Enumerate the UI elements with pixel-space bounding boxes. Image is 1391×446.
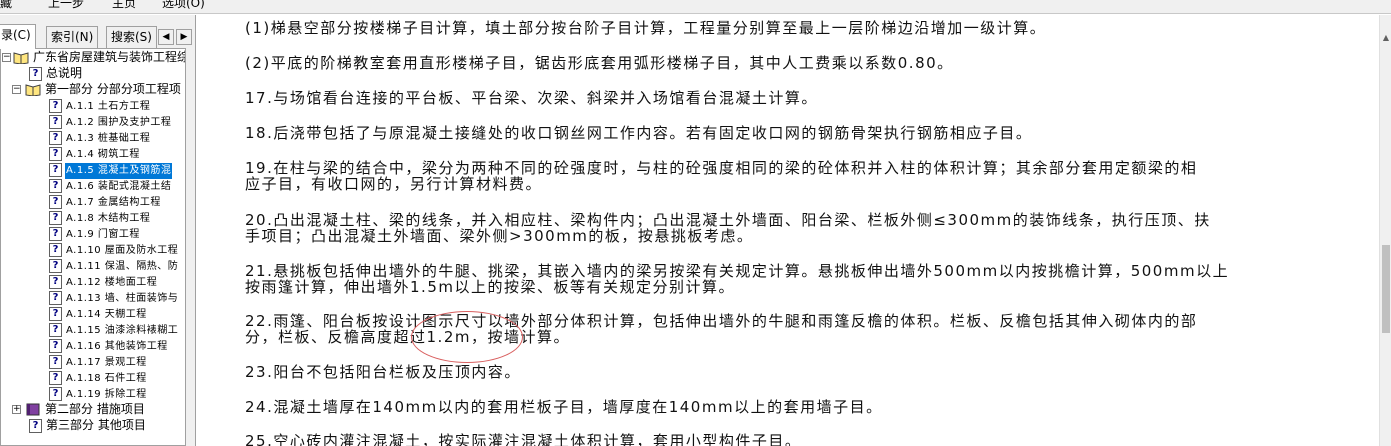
tree-item-a1-7[interactable]: ? A.1.7 金属结构工程 bbox=[49, 193, 162, 209]
tree-item-a1-3[interactable]: ? A.1.3 桩基础工程 bbox=[49, 129, 151, 145]
expand-part2-icon[interactable]: + bbox=[12, 405, 21, 414]
back-button[interactable]: 上一步 bbox=[48, 0, 84, 11]
scroll-up-arrow-icon[interactable]: ▲ bbox=[1381, 33, 1391, 43]
help-page-icon: ? bbox=[49, 274, 62, 289]
topic-content: (1)梯悬空部分按楼梯子目计算，填土部分按台阶子目计算，工程量分别算至最上一层阶… bbox=[197, 15, 1377, 446]
help-page-icon: ? bbox=[49, 386, 62, 401]
help-page-icon: ? bbox=[29, 418, 42, 433]
tab-search[interactable]: 搜索(S) bbox=[106, 26, 157, 48]
tree-item-a1-12[interactable]: ? A.1.12 楼地面工程 bbox=[49, 273, 158, 289]
tree-item-root[interactable]: 广东省房屋建筑与装饰工程综 bbox=[13, 49, 185, 65]
tree-item-a1-6[interactable]: ? A.1.6 装配式混凝土结 bbox=[49, 177, 172, 193]
help-page-icon: ? bbox=[49, 226, 62, 241]
tree-item-part2[interactable]: 第二部分 措施项目 bbox=[25, 401, 146, 417]
help-page-icon: ? bbox=[49, 258, 62, 273]
tab-index[interactable]: 索引(N) bbox=[46, 26, 99, 48]
paragraph-21: 21.悬挑板包括伸出墙外的牛腿、挑梁，其嵌入墙内的梁另按梁有关规定计算。悬挑板伸… bbox=[245, 262, 1230, 296]
annotation-circle bbox=[411, 311, 523, 363]
paragraph-16-2: (2)平底的阶梯教室套用直形楼梯子目，锯齿形底套用弧形楼梯子目，其中人工费乘以系… bbox=[245, 54, 954, 72]
paragraph-16-1: (1)梯悬空部分按楼梯子目计算，填土部分按台阶子目计算，工程量分别算至最上一层阶… bbox=[245, 19, 1047, 37]
toolbar: 藏 上一步 主页 选项(O) bbox=[0, 0, 1391, 14]
help-page-icon: ? bbox=[49, 322, 62, 337]
help-page-icon: ? bbox=[49, 338, 62, 353]
tab-scroll-right-icon[interactable]: ▶ bbox=[176, 29, 192, 45]
tree-item-a1-2[interactable]: ? A.1.2 围护及支护工程 bbox=[49, 113, 172, 129]
paragraph-23: 23.阳台不包括阳台栏板及压顶内容。 bbox=[245, 363, 521, 381]
tree-item-a1-19[interactable]: ? A.1.19 拆除工程 bbox=[49, 385, 148, 401]
vertical-scrollbar[interactable]: ▲ bbox=[1379, 15, 1391, 446]
tree-item-a1-5[interactable]: ? A.1.5 混凝土及钢筋混 bbox=[49, 161, 174, 180]
tree-item-a1-15[interactable]: ? A.1.15 油漆涂料裱糊工 bbox=[49, 321, 179, 337]
help-page-icon: ? bbox=[49, 98, 62, 113]
closed-book-icon bbox=[26, 403, 40, 416]
collapse-part1-icon[interactable]: − bbox=[12, 85, 21, 94]
help-page-icon: ? bbox=[29, 66, 42, 81]
collapse-root-icon[interactable]: − bbox=[2, 53, 11, 62]
open-book-icon bbox=[25, 84, 41, 96]
tree-item-a1-9[interactable]: ? A.1.9 门窗工程 bbox=[49, 225, 141, 241]
paragraph-25: 25.空心砖内灌注混凝土，按实际灌注混凝土体积计算，套用小型构件子目。 bbox=[245, 432, 802, 446]
paragraph-24: 24.混凝土墙厚在140mm以内的套用栏板子目，墙厚度在140mm以上的套用墙子… bbox=[245, 398, 883, 416]
tree-item-part1[interactable]: 第一部分 分部分项工程项 bbox=[25, 81, 182, 97]
tree-item-overview[interactable]: ? 总说明 bbox=[29, 65, 83, 81]
scrollbar-thumb[interactable] bbox=[1382, 245, 1390, 333]
paragraph-19: 19.在柱与梁的结合中，梁分为两种不同的砼强度时，与柱的砼强度相同的梁的砼体积并… bbox=[245, 159, 1198, 193]
tree-item-a1-8[interactable]: ? A.1.8 木结构工程 bbox=[49, 209, 151, 225]
help-page-icon: ? bbox=[49, 162, 62, 177]
open-book-icon bbox=[13, 52, 29, 64]
help-page-icon: ? bbox=[49, 178, 62, 193]
help-page-icon: ? bbox=[49, 146, 62, 161]
help-page-icon: ? bbox=[49, 306, 62, 321]
help-page-icon: ? bbox=[49, 114, 62, 129]
help-page-icon: ? bbox=[49, 194, 62, 209]
help-page-icon: ? bbox=[49, 370, 62, 385]
tree-item-part3[interactable]: ? 第三部分 其他项目 bbox=[29, 417, 147, 433]
paragraph-18: 18.后浇带包括了与原混凝土接缝处的收口钢丝网工作内容。若有固定收口网的钢筋骨架… bbox=[245, 124, 1033, 142]
tree-item-a1-18[interactable]: ? A.1.18 石件工程 bbox=[49, 369, 148, 385]
tree-item-a1-4[interactable]: ? A.1.4 砌筑工程 bbox=[49, 145, 141, 161]
paragraph-22: 22.雨篷、阳台板按设计图示尺寸以墙外部分体积计算，包括伸出墙外的牛腿和雨篷反檐… bbox=[245, 312, 1198, 346]
navigation-pane: 录(C) 索引(N) 搜索(S) ◀ ▶ − 广东省房屋建筑与装饰工程综 ? 总说… bbox=[0, 15, 196, 446]
hide-button[interactable]: 藏 bbox=[0, 0, 12, 11]
nav-tabs: 录(C) 索引(N) 搜索(S) ◀ ▶ bbox=[0, 24, 195, 49]
contents-tree: − 广东省房屋建筑与装饰工程综 ? 总说明 − 第一部分 分部分项工程项 ? A.1… bbox=[0, 48, 186, 446]
home-button[interactable]: 主页 bbox=[112, 0, 136, 11]
tree-item-a1-13[interactable]: ? A.1.13 墙、柱面装饰与 bbox=[49, 289, 179, 305]
options-button[interactable]: 选项(O) bbox=[162, 0, 205, 11]
help-page-icon: ? bbox=[49, 130, 62, 145]
tree-item-a1-10[interactable]: ? A.1.10 屋面及防水工程 bbox=[49, 241, 179, 257]
tree-item-a1-11[interactable]: ? A.1.11 保温、隔热、防 bbox=[49, 257, 179, 273]
tree-item-a1-16[interactable]: ? A.1.16 其他装饰工程 bbox=[49, 337, 169, 353]
help-page-icon: ? bbox=[49, 210, 62, 225]
tree-item-a1-17[interactable]: ? A.1.17 景观工程 bbox=[49, 353, 148, 369]
help-page-icon: ? bbox=[49, 242, 62, 257]
paragraph-17: 17.与场馆看台连接的平台板、平台梁、次梁、斜梁并入场馆看台混凝土计算。 bbox=[245, 89, 818, 107]
tab-scroll-left-icon[interactable]: ◀ bbox=[158, 29, 174, 45]
help-page-icon: ? bbox=[49, 354, 62, 369]
tree-item-a1-1[interactable]: ? A.1.1 土石方工程 bbox=[49, 97, 151, 113]
tab-contents[interactable]: 录(C) bbox=[0, 24, 36, 49]
help-page-icon: ? bbox=[49, 290, 62, 305]
paragraph-20: 20.凸出混凝土柱、梁的线条，并入相应柱、梁构件内；凸出混凝土外墙面、阳台梁、栏… bbox=[245, 211, 1211, 245]
tree-item-a1-14[interactable]: ? A.1.14 天棚工程 bbox=[49, 305, 148, 321]
